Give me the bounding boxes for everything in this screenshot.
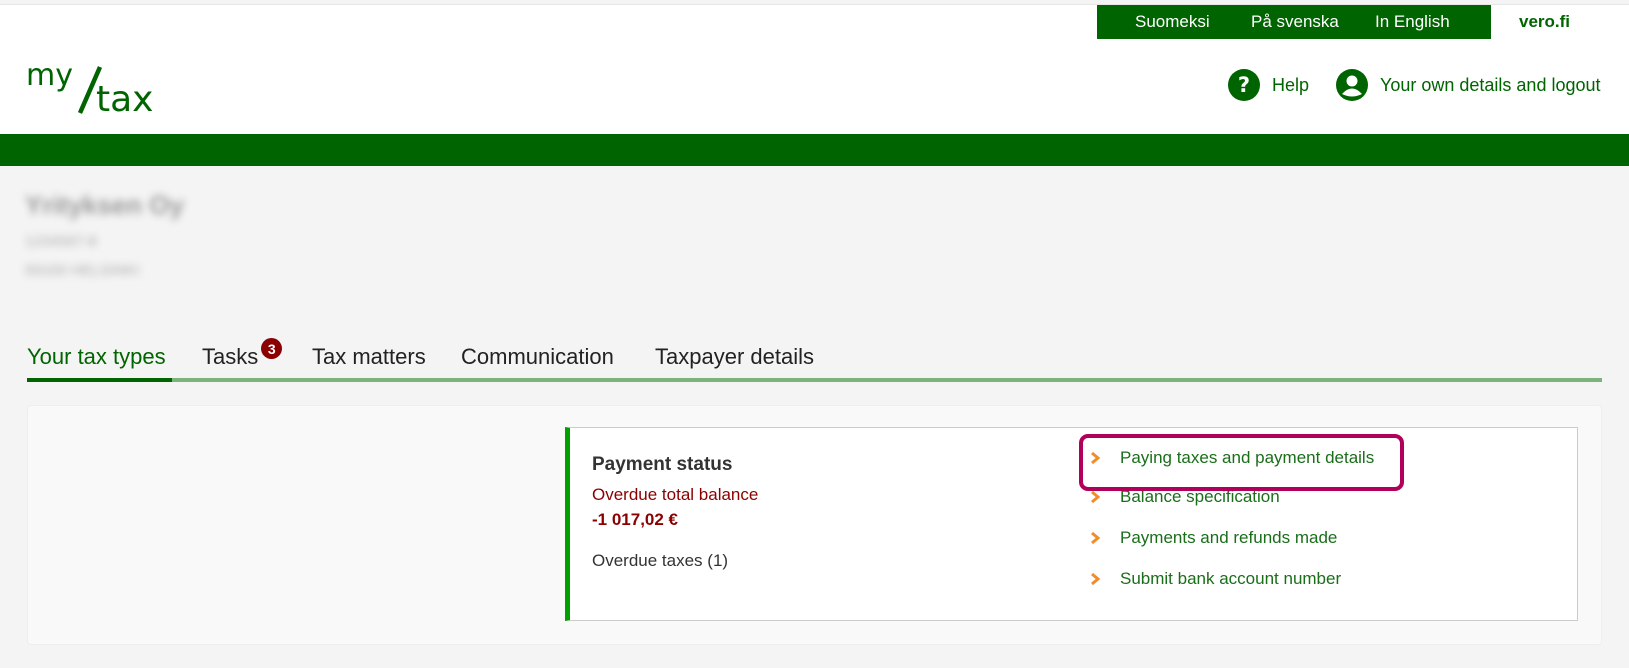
svg-text:tax: tax (96, 79, 153, 117)
taxpayer-name: Yrityksen Oy (25, 190, 184, 220)
mytax-logo[interactable]: my tax (26, 61, 171, 117)
tab-your-tax-types[interactable]: Your tax types (27, 344, 166, 370)
payment-status-title: Payment status (592, 454, 733, 475)
user-account-icon (1336, 69, 1368, 101)
chevron-right-icon (1091, 572, 1100, 586)
lang-english-link[interactable]: In English (1375, 12, 1450, 32)
balance-specification-link[interactable]: Balance specification (1090, 487, 1280, 507)
lang-svenska-link[interactable]: På svenska (1251, 12, 1339, 32)
overdue-taxes-link[interactable]: Overdue taxes (1) (592, 551, 728, 571)
site-header: my tax Suomeksi På svenska In English ve… (0, 5, 1629, 134)
tasks-count-badge: 3 (261, 338, 283, 359)
overdue-balance-amount: -1 017,02 € (592, 510, 679, 529)
header-band (0, 134, 1629, 166)
account-label: Your own details and logout (1380, 74, 1601, 95)
active-tab-indicator (27, 378, 172, 382)
tab-tasks[interactable]: Tasks 3 (202, 338, 283, 370)
taxpayer-id: 1234567-8 (25, 233, 97, 250)
lang-suomeksi-link[interactable]: Suomeksi (1135, 12, 1210, 32)
paying-taxes-link[interactable]: Paying taxes and payment details (1090, 448, 1374, 468)
link-label: Submit bank account number (1120, 569, 1342, 588)
vero-fi-link[interactable]: vero.fi (1519, 12, 1570, 32)
chevron-right-icon (1091, 490, 1100, 504)
help-label: Help (1272, 74, 1310, 95)
tab-tax-matters[interactable]: Tax matters (312, 344, 426, 370)
link-label: Paying taxes and payment details (1120, 448, 1375, 467)
chevron-right-icon (1091, 531, 1100, 545)
main-tabs: Your tax types Tasks 3 Tax matters Commu… (27, 338, 1602, 382)
svg-text:my: my (26, 61, 73, 93)
tab-communication[interactable]: Communication (461, 344, 614, 370)
tabs-baseline (27, 378, 1602, 382)
account-logout-link[interactable]: Your own details and logout (1336, 69, 1601, 101)
help-icon: ? (1228, 69, 1260, 101)
help-link[interactable]: ? Help (1228, 69, 1309, 101)
chevron-right-icon (1091, 451, 1100, 465)
tab-tasks-label: Tasks (202, 344, 259, 369)
overdue-balance-label: Overdue total balance (592, 485, 759, 504)
taxpayer-address: 00100 HELSINKI (25, 262, 140, 279)
link-label: Payments and refunds made (1120, 528, 1338, 547)
language-bar: Suomeksi På svenska In English (1097, 5, 1491, 39)
payments-refunds-link[interactable]: Payments and refunds made (1090, 528, 1337, 548)
payment-status-panel: Payment status Overdue total balance -1 … (565, 427, 1578, 621)
svg-text:?: ? (1238, 73, 1250, 97)
tab-taxpayer-details[interactable]: Taxpayer details (655, 344, 814, 370)
link-label: Balance specification (1120, 487, 1280, 506)
submit-bank-account-link[interactable]: Submit bank account number (1090, 569, 1341, 589)
